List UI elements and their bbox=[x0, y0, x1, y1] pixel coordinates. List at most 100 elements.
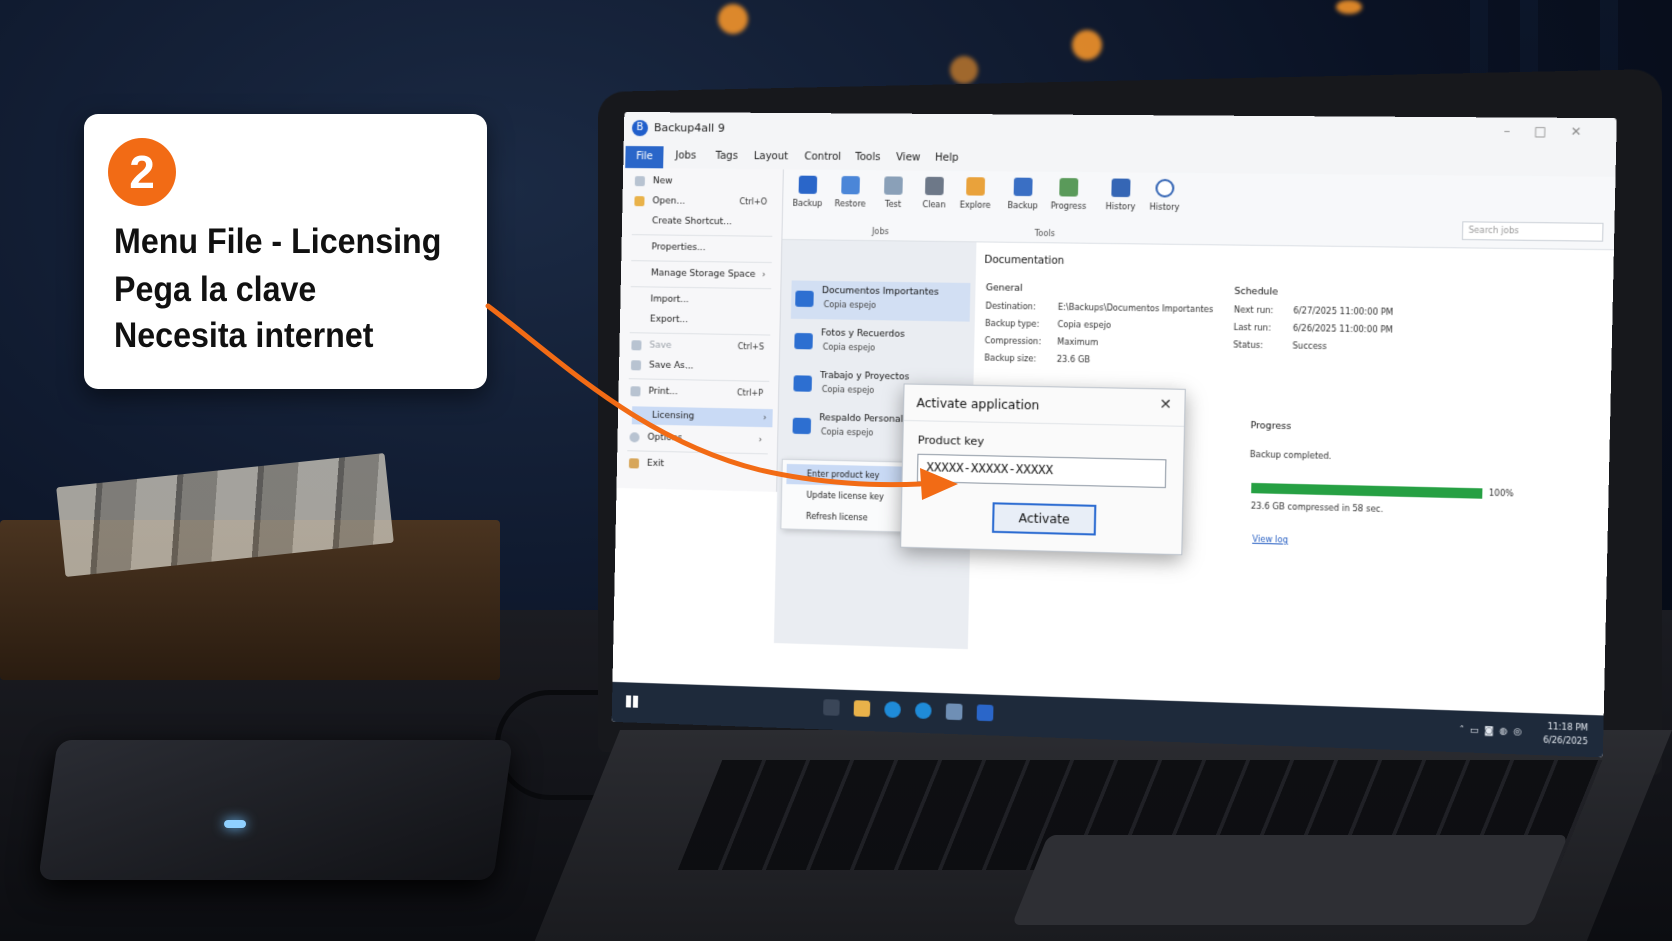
status-value: Success bbox=[1292, 341, 1327, 352]
touchpad bbox=[1011, 835, 1569, 925]
drive-led bbox=[224, 820, 247, 828]
bokeh-light bbox=[1336, 0, 1362, 14]
external-hard-drive bbox=[38, 740, 513, 880]
file-menu-print[interactable]: Print... Ctrl+P bbox=[628, 382, 769, 403]
monitor-icon bbox=[1013, 177, 1033, 197]
progress-status: Backup completed. bbox=[1249, 449, 1332, 461]
clock-icon bbox=[1155, 178, 1175, 198]
job-item[interactable]: Documentos Importantes Copia espejo bbox=[790, 280, 971, 322]
clock[interactable]: 11:18 PM 6/26/2025 bbox=[1543, 720, 1588, 749]
menu-tools[interactable]: Tools bbox=[855, 152, 880, 163]
activate-dialog: Activate application ✕ Product key XXXXX… bbox=[900, 383, 1186, 556]
file-menu-save[interactable]: Save Ctrl+S bbox=[629, 336, 770, 357]
ribbon-tools-backup-button[interactable]: Backup bbox=[1000, 177, 1046, 210]
menu-jobs[interactable]: Jobs bbox=[675, 150, 696, 161]
submenu-refresh-license[interactable]: Refresh license bbox=[785, 506, 916, 530]
menu-tags[interactable]: Tags bbox=[715, 151, 738, 162]
window-controls[interactable]: –□✕ bbox=[1504, 124, 1606, 139]
file-menu-new[interactable]: New bbox=[633, 172, 774, 191]
file-menu: New Open... Ctrl+O Create Shortcut... Pro… bbox=[616, 167, 784, 492]
submenu-update-license-key[interactable]: Update license key bbox=[786, 485, 917, 508]
ribbon-progress-button[interactable]: Progress bbox=[1045, 178, 1091, 211]
progress-fill bbox=[1251, 482, 1483, 499]
bokeh-light bbox=[718, 4, 748, 34]
ribbon-history-button-2[interactable]: History bbox=[1141, 178, 1188, 212]
submenu-enter-product-key[interactable]: Enter product key bbox=[786, 463, 918, 488]
product-key-input[interactable]: XXXXX-XXXXX-XXXXX bbox=[916, 453, 1167, 489]
ribbon-history-button[interactable]: History bbox=[1097, 178, 1144, 212]
photos-icon[interactable] bbox=[945, 703, 963, 721]
job-item[interactable]: Fotos y Recuerdos Copia espejo bbox=[790, 323, 970, 365]
progress-heading: Progress bbox=[1250, 421, 1292, 433]
gear-icon bbox=[629, 432, 640, 443]
next-run-label: Next run: bbox=[1233, 305, 1274, 316]
ribbon-backup-button[interactable]: Backup bbox=[785, 175, 830, 208]
menu-separator bbox=[628, 378, 770, 382]
file-menu-open[interactable]: Open... Ctrl+O bbox=[632, 192, 773, 212]
edge-icon[interactable] bbox=[884, 701, 901, 719]
file-menu-save-as[interactable]: Save As... bbox=[629, 356, 770, 377]
file-menu-exit[interactable]: Exit bbox=[627, 454, 768, 475]
file-menu-export[interactable]: Export... bbox=[630, 310, 771, 330]
save-icon bbox=[631, 340, 642, 351]
details-title: Documentation bbox=[984, 254, 1065, 267]
progress-icon bbox=[1059, 178, 1079, 197]
windows-start-icon[interactable] bbox=[625, 695, 639, 708]
test-icon bbox=[884, 176, 903, 195]
exit-icon bbox=[628, 458, 640, 469]
compression-label: Compression: bbox=[984, 336, 1042, 347]
dialog-divider bbox=[903, 419, 1184, 427]
ribbon-explore-button[interactable]: Explore bbox=[952, 177, 998, 210]
file-menu-manage-storage[interactable]: Manage Storage Space › bbox=[631, 264, 772, 284]
menu-separator bbox=[629, 332, 771, 336]
menu-separator bbox=[631, 260, 772, 264]
menu-view[interactable]: View bbox=[896, 152, 921, 163]
file-menu-import[interactable]: Import... bbox=[630, 290, 771, 310]
edge-icon[interactable] bbox=[914, 702, 932, 720]
backup-type-value: Copia espejo bbox=[1057, 319, 1112, 331]
schedule-heading: Schedule bbox=[1234, 286, 1279, 298]
history-icon bbox=[1111, 178, 1131, 198]
menu-control[interactable]: Control bbox=[804, 151, 841, 162]
backup-type-label: Backup type: bbox=[984, 318, 1040, 329]
ribbon-test-button[interactable]: Test bbox=[870, 176, 916, 209]
backup4all-taskbar-icon[interactable] bbox=[976, 704, 994, 722]
drive-icon bbox=[792, 417, 812, 435]
bokeh-light bbox=[950, 56, 978, 84]
dialog-title: Activate application bbox=[916, 395, 1040, 413]
last-run-value: 6/26/2025 11:00:00 PM bbox=[1292, 323, 1394, 335]
file-menu-options[interactable]: Options › bbox=[627, 428, 768, 449]
bokeh-light bbox=[1072, 30, 1102, 60]
backup-size-label: Backup size: bbox=[984, 353, 1037, 364]
menu-help[interactable]: Help bbox=[935, 152, 959, 163]
status-label: Status: bbox=[1233, 340, 1264, 351]
file-menu-create-shortcut[interactable]: Create Shortcut... bbox=[632, 212, 773, 232]
file-menu-licensing[interactable]: Licensing › bbox=[631, 406, 773, 428]
laptop-screen: B Backup4all 9 –□✕ File Jobs Tags Layout… bbox=[611, 111, 1617, 758]
menu-layout[interactable]: Layout bbox=[754, 151, 789, 162]
callout-line-1: Menu File - Licensing bbox=[114, 222, 442, 261]
file-menu-properties[interactable]: Properties... bbox=[631, 238, 772, 258]
print-icon bbox=[630, 386, 641, 397]
file-explorer-icon[interactable] bbox=[853, 700, 871, 717]
task-view-icon[interactable] bbox=[823, 699, 840, 716]
ribbon-restore-button[interactable]: Restore bbox=[828, 176, 874, 209]
destination-label: Destination: bbox=[985, 301, 1036, 312]
progress-percent: 100% bbox=[1488, 488, 1514, 499]
app-logo-icon: B bbox=[631, 120, 649, 137]
menu-file[interactable]: File bbox=[625, 146, 664, 169]
system-tray-icons[interactable]: ˄▭◙◍◎ bbox=[1459, 725, 1527, 738]
drive-icon bbox=[795, 290, 814, 308]
app-title: Backup4all 9 bbox=[653, 121, 725, 135]
search-input[interactable]: Search jobs bbox=[1461, 221, 1604, 242]
progress-summary: 23.6 GB compressed in 58 sec. bbox=[1250, 501, 1384, 515]
ribbon-clean-button[interactable]: Clean bbox=[911, 176, 957, 210]
drive-icon bbox=[793, 375, 812, 392]
drive-icon bbox=[794, 332, 813, 350]
close-icon[interactable]: ✕ bbox=[1159, 397, 1172, 414]
activate-button[interactable]: Activate bbox=[991, 502, 1097, 536]
view-log-link[interactable]: View log bbox=[1252, 534, 1288, 544]
new-file-icon bbox=[634, 176, 645, 187]
clean-icon bbox=[925, 176, 944, 196]
general-heading: General bbox=[985, 283, 1023, 294]
